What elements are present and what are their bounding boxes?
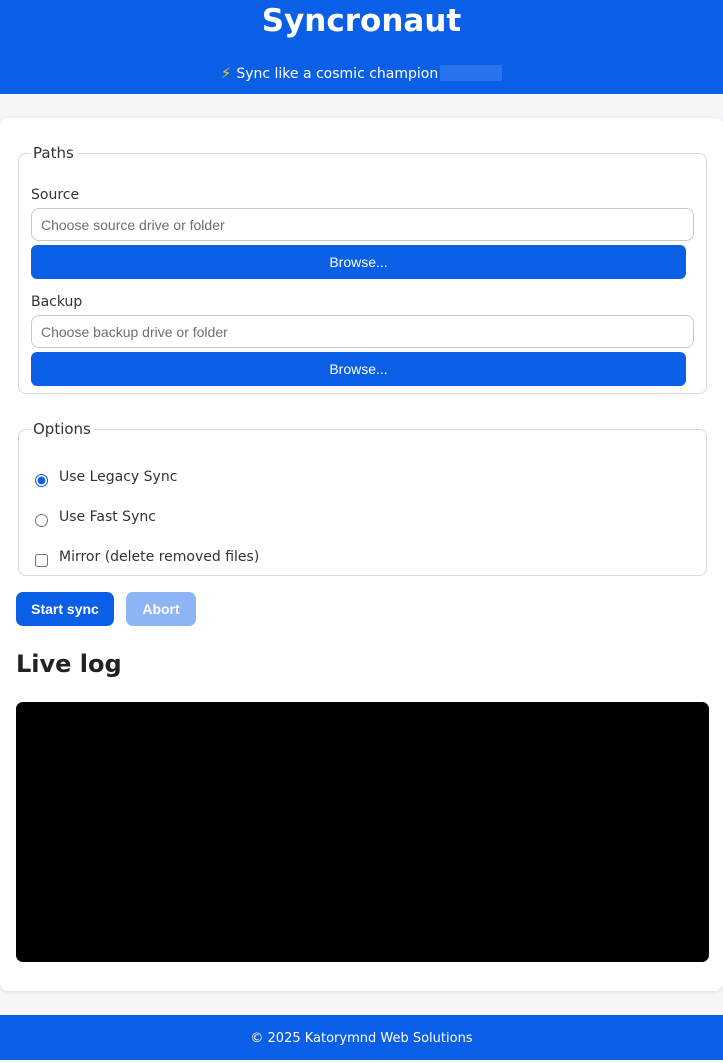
start-sync-button[interactable]: Start sync (16, 592, 114, 626)
options-legend: Options (33, 420, 91, 438)
backup-label: Backup (31, 294, 83, 310)
legacy-sync-label: Use Legacy Sync (59, 469, 178, 485)
mirror-option[interactable]: Mirror (delete removed files) (35, 549, 260, 570)
app-header: Syncronaut ⚡ Sync like a cosmic champion (0, 0, 723, 94)
app-title: Syncronaut (261, 3, 462, 39)
live-log-title: Live log (16, 650, 122, 678)
paths-legend: Paths (33, 144, 74, 162)
mirror-checkbox[interactable] (35, 553, 48, 567)
live-log-panel[interactable] (16, 702, 709, 962)
legacy-sync-option[interactable]: Use Legacy Sync (35, 469, 178, 490)
options-fieldset: Options Use Legacy Sync Use Fast Sync Mi… (18, 420, 707, 576)
legacy-sync-radio[interactable] (35, 473, 48, 487)
tagline: ⚡ Sync like a cosmic champion (0, 63, 723, 84)
tagline-highlight (440, 65, 503, 81)
app-footer: © 2025 Katorymnd Web Solutions (0, 1015, 723, 1060)
fast-sync-radio[interactable] (35, 513, 48, 527)
source-input[interactable] (31, 208, 694, 241)
fast-sync-label: Use Fast Sync (59, 509, 156, 525)
source-label: Source (31, 187, 80, 203)
tagline-text: Sync like a cosmic champion (236, 66, 439, 82)
lightning-bolt-icon: ⚡ (220, 64, 232, 82)
source-browse-button[interactable]: Browse... (31, 245, 686, 279)
paths-fieldset: Paths Source Browse... Backup Browse... (18, 144, 707, 394)
backup-input[interactable] (31, 315, 694, 348)
fast-sync-option[interactable]: Use Fast Sync (35, 509, 156, 530)
mirror-label: Mirror (delete removed files) (59, 549, 260, 565)
sync-card: Paths Source Browse... Backup Browse... … (0, 118, 723, 991)
backup-browse-button[interactable]: Browse... (31, 352, 686, 386)
footer-text: © 2025 Katorymnd Web Solutions (250, 1031, 473, 1046)
abort-button[interactable]: Abort (126, 592, 196, 626)
